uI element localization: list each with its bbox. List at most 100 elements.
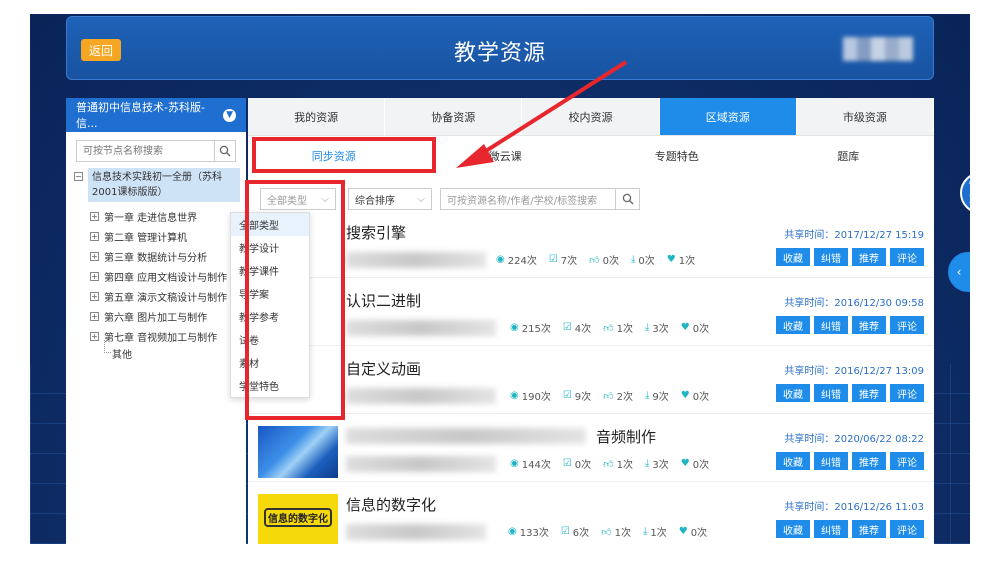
tree-root-node[interactable]: − 信息技术实践初一全册（苏科2001课标版版） <box>74 168 246 202</box>
favs-count: 0次 <box>692 324 710 335</box>
resource-item[interactable]: 自定义动画 ◉ 190次 ☑ 9次 👍︎ 2次 ⤓ 9次 ♥ 0次 共享时间：2016/1… <box>248 352 934 414</box>
blurred-text <box>346 320 496 336</box>
report-error-button[interactable]: 纠错 <box>814 248 848 266</box>
search-icon[interactable] <box>616 188 640 210</box>
thumbs-up-icon: 👍︎ <box>589 254 600 266</box>
tree-search-input[interactable] <box>76 140 215 162</box>
thumbnail-text: 信息的数字化 <box>264 508 332 527</box>
recommend-button[interactable]: 推荐 <box>852 520 886 538</box>
tree-node-chapter-5[interactable]: + 第五章 演示文稿设计与制作 <box>90 286 246 306</box>
favorite-button[interactable]: 收藏 <box>776 316 810 334</box>
tab-regional-resources[interactable]: 区域资源 <box>659 98 797 135</box>
share-time-value: 2016/12/30 09:58 <box>834 298 924 309</box>
thumbs-up-icon: 👍︎ <box>603 458 614 470</box>
heart-icon: ♥ <box>680 390 690 401</box>
tab-my-resources[interactable]: 我的资源 <box>248 98 386 135</box>
sort-select[interactable]: 综合排序 ⌵ <box>348 188 432 210</box>
expand-icon[interactable]: + <box>90 291 99 301</box>
download-icon: ⤓ <box>643 526 648 537</box>
comment-button[interactable]: 评论 <box>890 452 924 470</box>
edits-count: 0次 <box>574 460 592 471</box>
expand-icon[interactable]: + <box>90 331 99 341</box>
favorite-button[interactable]: 收藏 <box>776 384 810 402</box>
share-time: 共享时间：2020/06/22 08:22 <box>784 430 924 445</box>
heart-icon: ♥ <box>666 254 676 265</box>
comment-button[interactable]: 评论 <box>890 520 924 538</box>
expand-icon[interactable]: + <box>90 251 99 261</box>
recommend-button[interactable]: 推荐 <box>852 248 886 266</box>
favs-stat: ♥ 1次 <box>667 252 695 267</box>
share-time-label: 共享时间： <box>784 366 835 377</box>
recommend-button[interactable]: 推荐 <box>852 384 886 402</box>
resource-title[interactable]: 信息的数字化 <box>346 494 436 515</box>
favorite-button[interactable]: 收藏 <box>776 520 810 538</box>
tree-node-chapter-4[interactable]: + 第四章 应用文档设计与制作 <box>90 266 246 286</box>
thumbs-up-icon: 👍︎ <box>601 526 612 538</box>
resource-title[interactable]: 音频制作 <box>596 426 656 447</box>
favs-count: 0次 <box>692 460 710 471</box>
user-avatar-blurred[interactable] <box>843 37 913 61</box>
tab-question-bank[interactable]: 题库 <box>763 148 935 164</box>
quick-locate-line1: 快速 <box>962 179 970 193</box>
report-error-button[interactable]: 纠错 <box>814 452 848 470</box>
search-icon[interactable] <box>215 140 236 162</box>
views-count: 224次 <box>507 256 537 267</box>
tree-children: + 第一章 走进信息世界 + 第二章 管理计算机 + 第三章 数据统计与分析 + 第四章… <box>66 206 246 364</box>
views-stat: ◉ 224次 <box>496 252 537 267</box>
annotation-arrow <box>456 60 628 168</box>
views-count: 144次 <box>521 460 551 471</box>
likes-stat: 👍︎ 1次 <box>603 320 633 336</box>
chevron-down-icon[interactable]: ▼ <box>223 108 236 122</box>
tree-node-chapter-6[interactable]: + 第六章 图片加工与制作 <box>90 306 246 326</box>
collapse-icon[interactable]: − <box>74 172 83 181</box>
resource-search-input[interactable]: 可按资源名称/作者/学校/标签搜索 <box>440 188 616 210</box>
blurred-text <box>346 388 496 404</box>
share-time-value: 2017/12/27 15:19 <box>834 230 924 241</box>
edits-count: 4次 <box>574 324 592 335</box>
expand-icon[interactable]: + <box>90 211 99 221</box>
resource-item[interactable]: 信息的数字化 信息的数字化 ◉ 133次 ☑ 6次 👍︎ 1次 ⤓ 1次 ♥ 0次 共享时… <box>248 488 934 544</box>
share-time-value: 2020/06/22 08:22 <box>834 434 924 445</box>
recommend-button[interactable]: 推荐 <box>852 316 886 334</box>
resource-title[interactable]: 认识二进制 <box>346 290 421 311</box>
favorite-button[interactable]: 收藏 <box>776 248 810 266</box>
edits-stat: ☑ 0次 <box>563 456 591 471</box>
expand-icon[interactable]: + <box>90 311 99 321</box>
expand-icon[interactable]: + <box>90 231 99 241</box>
resource-item[interactable]: 搜索引擎 ◉ 224次 ☑ 7次 👍︎ 0次 ⤓ 0次 ♥ 1次 共享时间：2017/12… <box>248 216 934 278</box>
tree-node-chapter-1[interactable]: + 第一章 走进信息世界 <box>90 206 246 226</box>
resource-title[interactable]: 自定义动画 <box>346 358 421 379</box>
recommend-button[interactable]: 推荐 <box>852 452 886 470</box>
tree-node-other[interactable]: 其他 <box>104 340 246 364</box>
edits-count: 7次 <box>560 256 578 267</box>
report-error-button[interactable]: 纠错 <box>814 384 848 402</box>
report-error-button[interactable]: 纠错 <box>814 520 848 538</box>
resource-item[interactable]: 认识二进制 ◉ 215次 ☑ 4次 👍︎ 1次 ⤓ 3次 ♥ 0次 共享时间：2016/1… <box>248 284 934 346</box>
resource-item[interactable]: 音频制作 ◉ 144次 ☑ 0次 👍︎ 1次 ⤓ 3次 ♥ 0次 共享时间：2020/06… <box>248 420 934 482</box>
course-selector[interactable]: 普通初中信息技术-苏科版-信... ▼ <box>66 98 246 132</box>
resource-actions: 收藏 纠错 推荐 评论 <box>772 520 924 538</box>
tree-node-label: 第六章 图片加工与制作 <box>104 312 208 324</box>
quick-locate-button[interactable]: 快速 定位 <box>960 172 970 214</box>
tree-node-chapter-7[interactable]: + 第七章 音视频加工与制作 <box>90 326 246 346</box>
tree-node-chapter-3[interactable]: + 第三章 数据统计与分析 <box>90 246 246 266</box>
views-stat: ◉ 144次 <box>510 456 551 471</box>
resource-thumbnail[interactable]: 信息的数字化 <box>258 494 338 544</box>
favorite-button[interactable]: 收藏 <box>776 452 810 470</box>
tab-city-resources[interactable]: 市级资源 <box>796 98 935 135</box>
share-time: 共享时间：2017/12/27 15:19 <box>784 226 924 241</box>
resource-title[interactable]: 搜索引擎 <box>346 222 406 243</box>
share-time-label: 共享时间： <box>784 434 835 445</box>
expand-icon[interactable]: + <box>90 271 99 281</box>
comment-button[interactable]: 评论 <box>890 384 924 402</box>
resource-thumbnail[interactable] <box>258 426 338 478</box>
downloads-count: 0次 <box>638 256 655 267</box>
edits-stat: ☑ 6次 <box>561 524 589 539</box>
comment-button[interactable]: 评论 <box>890 316 924 334</box>
comment-button[interactable]: 评论 <box>890 248 924 266</box>
download-icon: ⤓ <box>645 458 650 469</box>
tree-node-chapter-2[interactable]: + 第二章 管理计算机 <box>90 226 246 246</box>
likes-count: 1次 <box>616 324 633 335</box>
thumbs-up-icon: 👍︎ <box>603 390 614 402</box>
report-error-button[interactable]: 纠错 <box>814 316 848 334</box>
